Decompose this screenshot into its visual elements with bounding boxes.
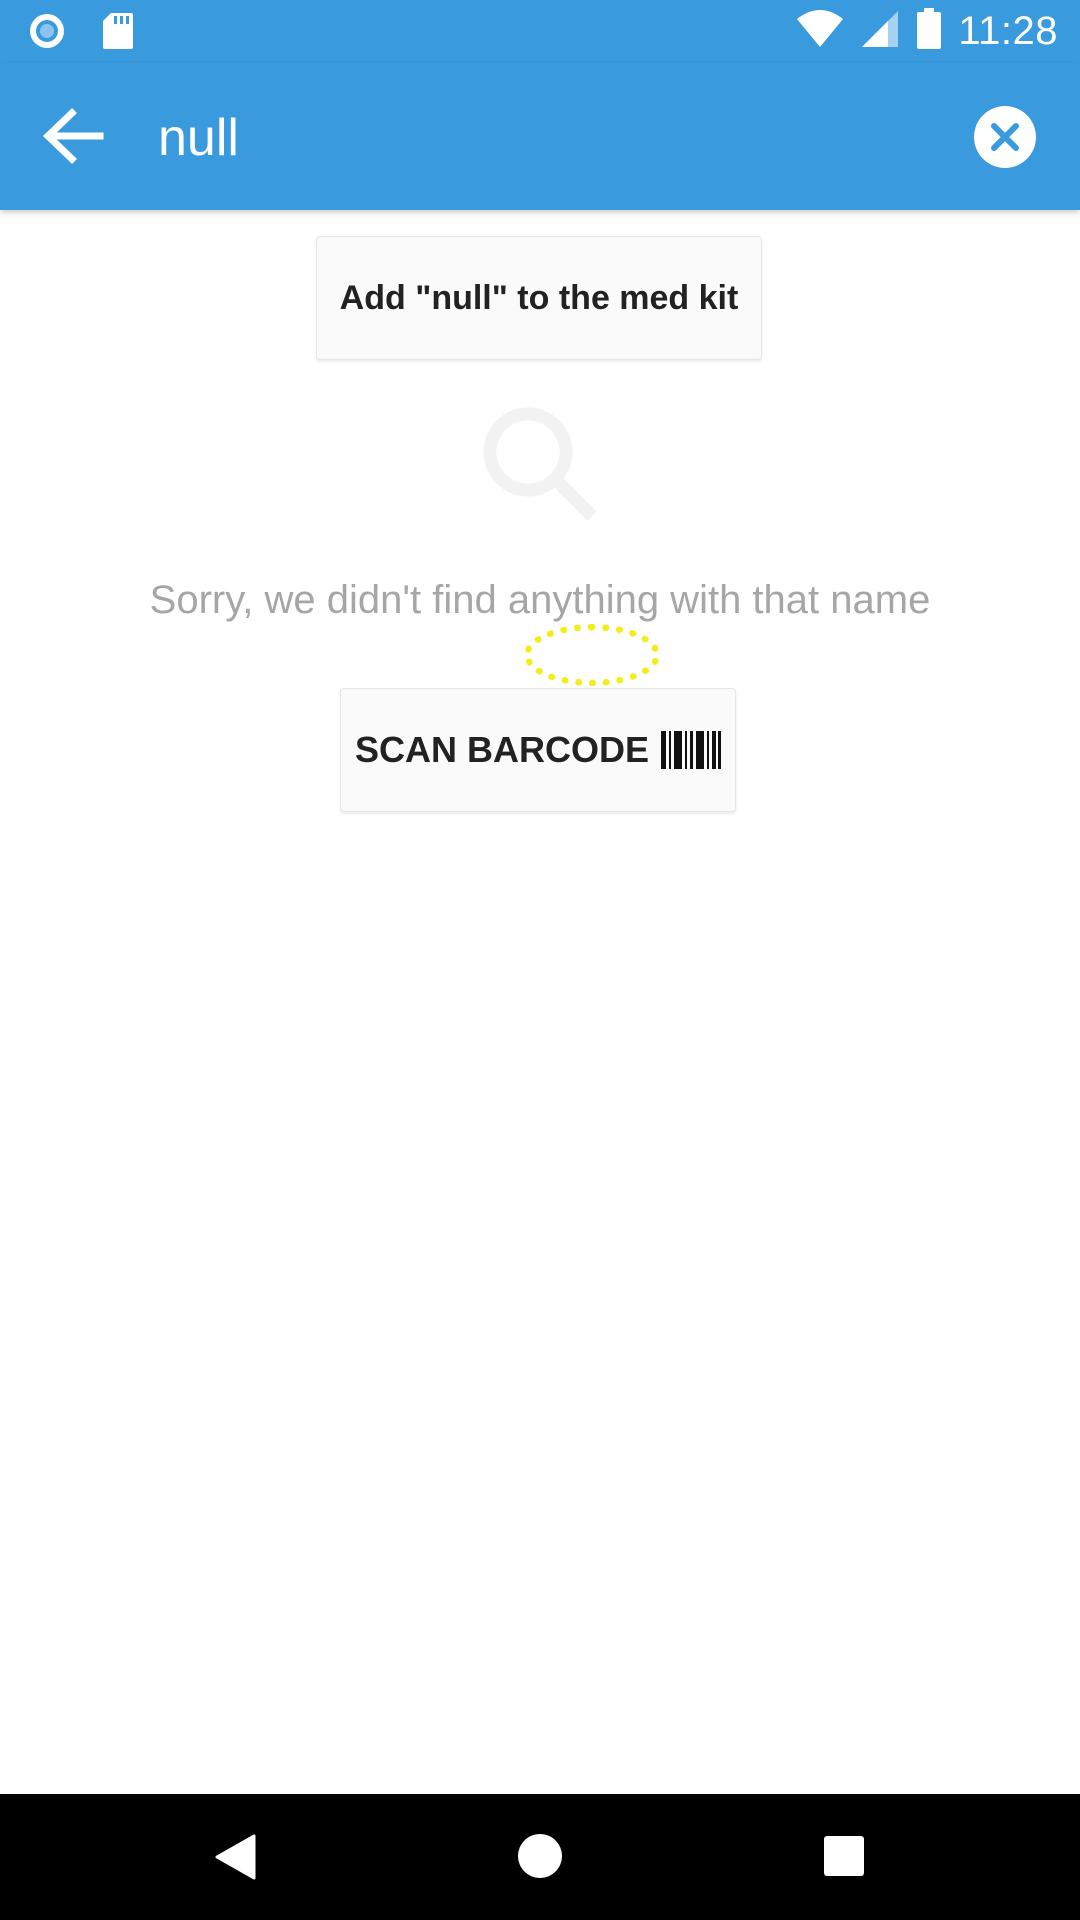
scan-barcode-label: SCAN BARCODE <box>354 729 649 770</box>
search-input[interactable]: null <box>158 103 239 173</box>
scan-barcode-button[interactable]: SCAN BARCODE <box>340 688 736 812</box>
wifi-icon <box>796 9 844 54</box>
back-triangle-icon <box>215 1834 256 1880</box>
cell-signal-icon <box>860 9 900 54</box>
barcode-icon <box>661 731 721 769</box>
magnifier-icon <box>478 402 600 524</box>
add-to-med-kit-button[interactable]: Add "null" to the med kit <box>316 236 762 360</box>
nav-back-button[interactable] <box>214 1834 256 1885</box>
nav-recents-button[interactable] <box>824 1836 864 1876</box>
close-circle-icon <box>991 123 1019 151</box>
sd-card-icon <box>102 12 134 55</box>
status-bar: 11:28 <box>0 0 1080 63</box>
arrow-left-icon <box>42 108 104 164</box>
app-bar: null <box>0 63 1080 210</box>
nav-home-button[interactable] <box>518 1834 562 1878</box>
empty-results-message: Sorry, we didn't find anything with that… <box>149 578 931 622</box>
battery-icon <box>916 8 942 55</box>
clock: 11:28 <box>958 9 1058 53</box>
record-icon <box>28 12 66 55</box>
screen: 11:28 null Add "null" to the med kit Sor… <box>0 0 1080 1920</box>
touch-indicator <box>524 624 660 686</box>
back-button[interactable] <box>38 101 108 171</box>
system-nav-bar <box>0 1794 1080 1920</box>
clear-search-button[interactable] <box>974 106 1036 168</box>
